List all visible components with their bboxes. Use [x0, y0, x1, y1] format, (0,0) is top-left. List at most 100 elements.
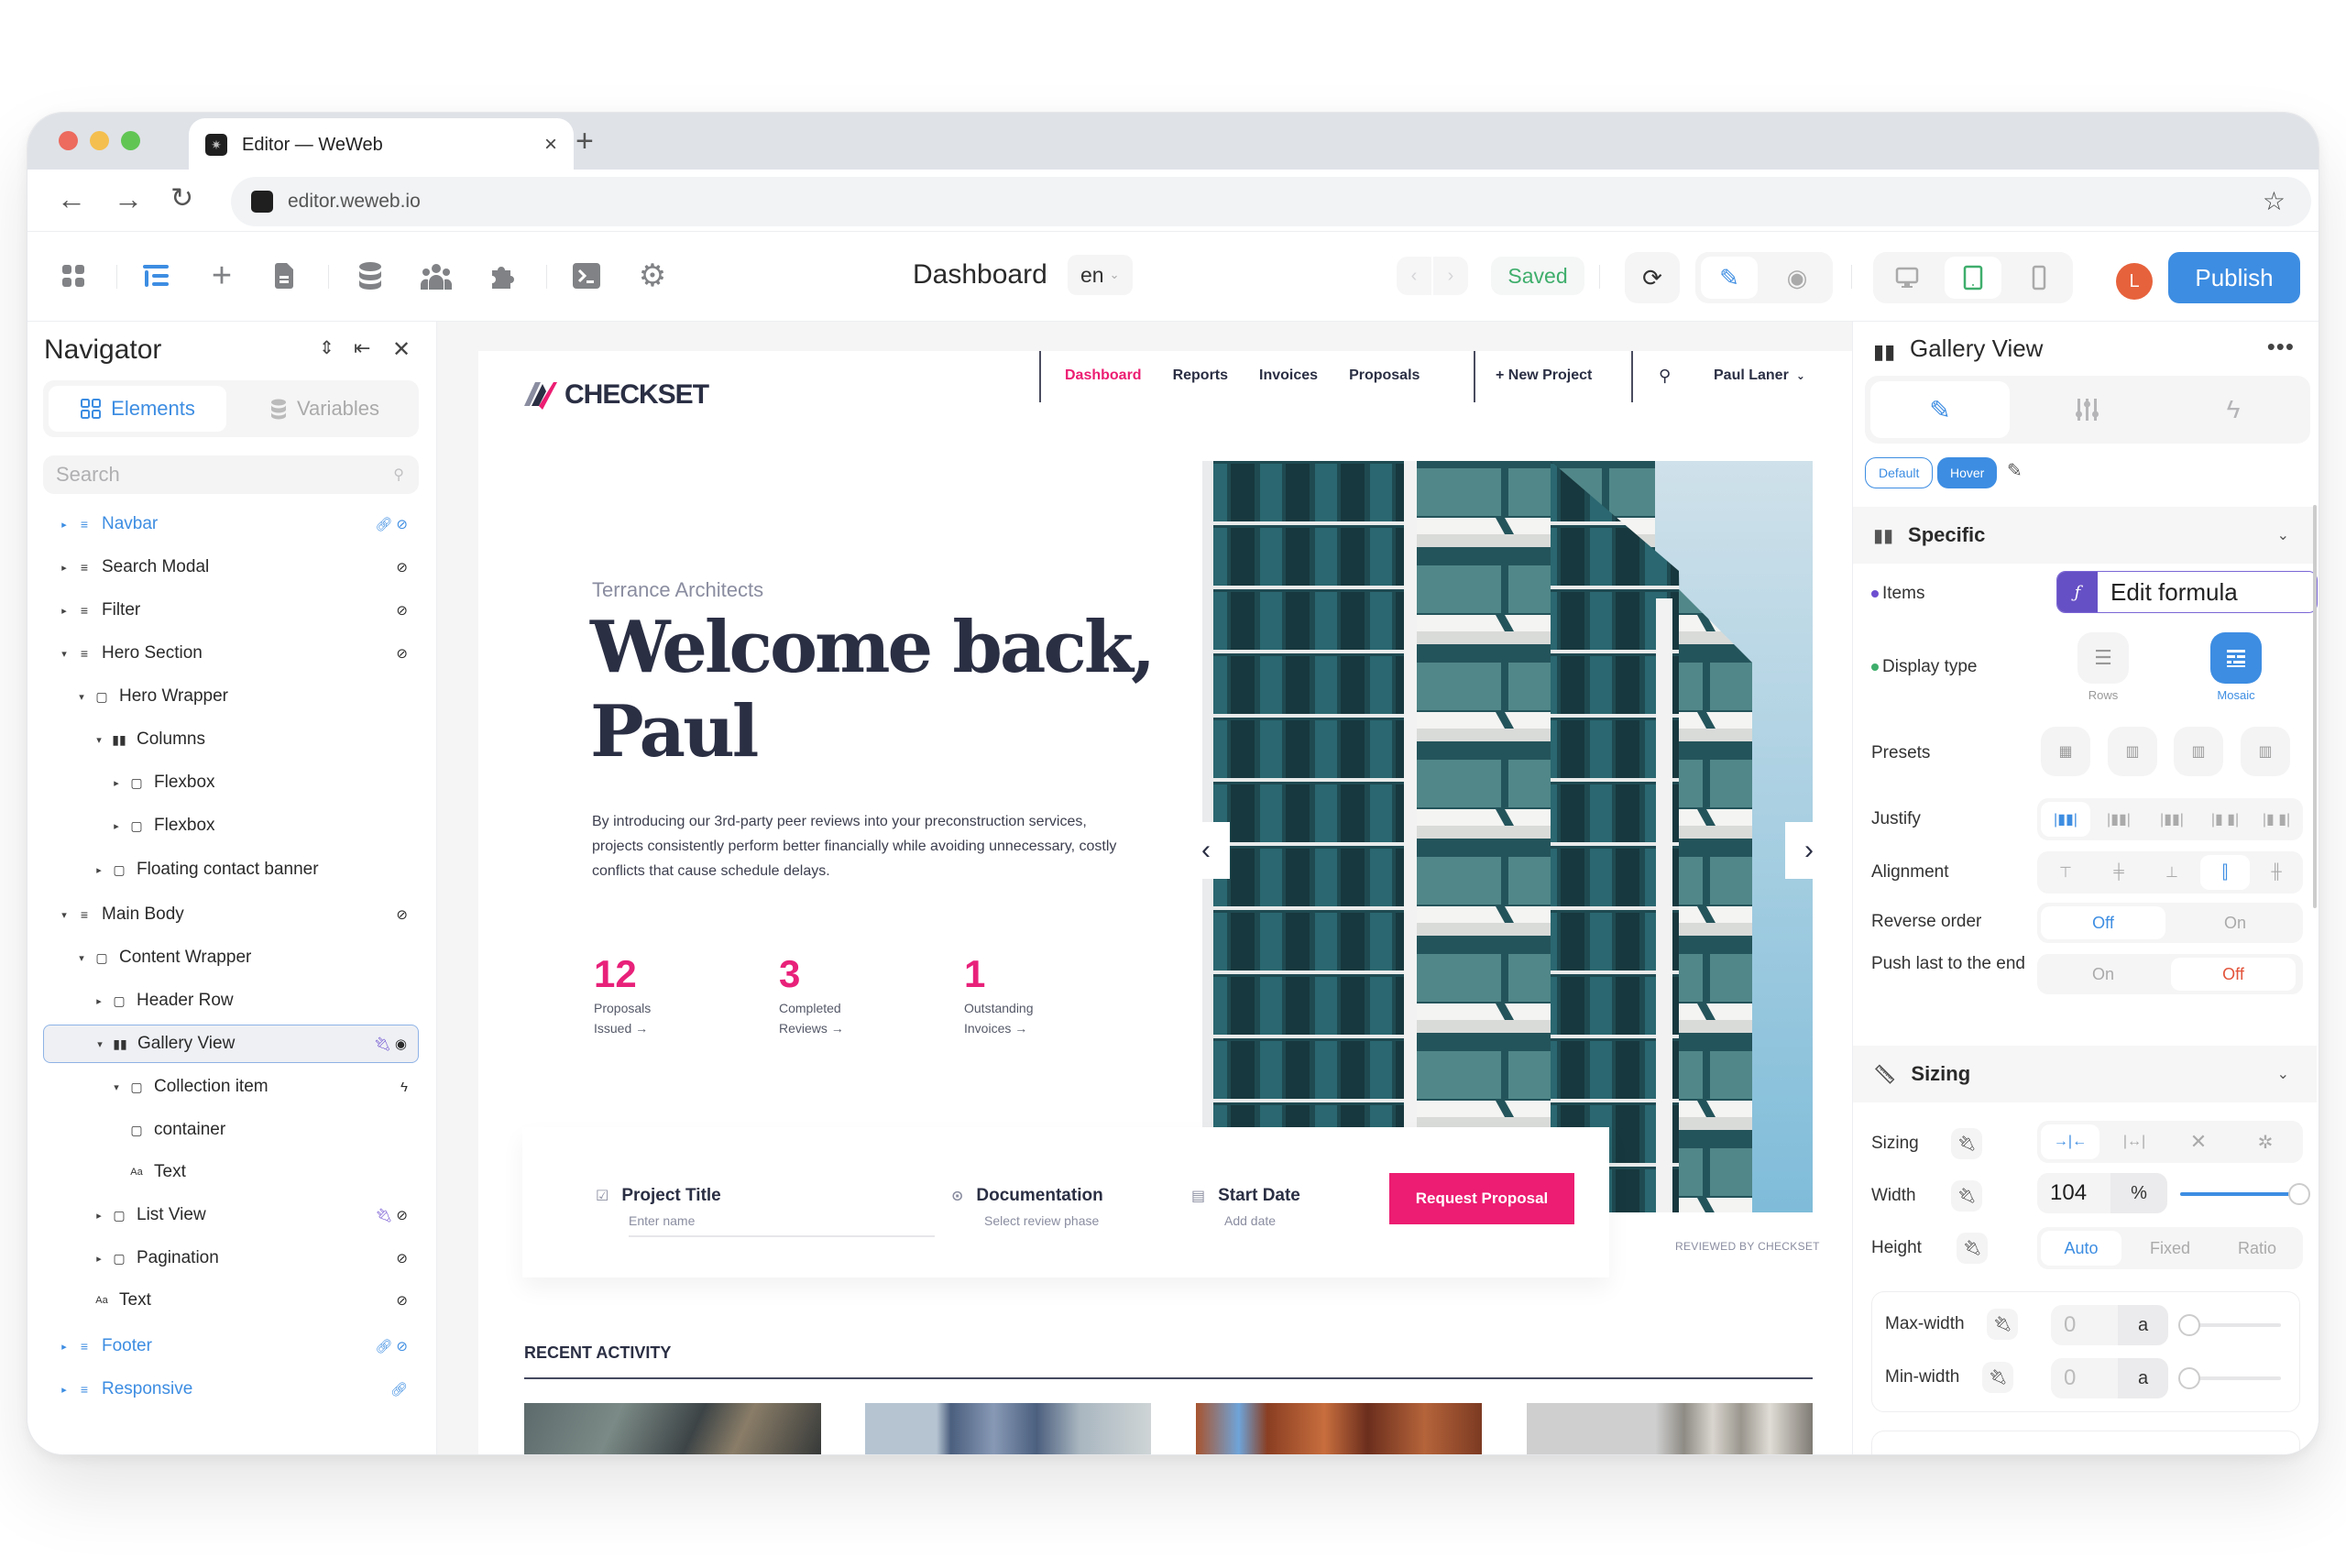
edit-mode-pencil-icon[interactable]: ✎	[1701, 257, 1758, 299]
close-window-button[interactable]	[59, 131, 78, 150]
start-date-field[interactable]: ▤ Start Date Add date	[1191, 1186, 1300, 1228]
preview-eye-icon[interactable]: ◉	[1769, 257, 1825, 299]
link-icon[interactable]: 🔗︎	[375, 1338, 392, 1354]
caret-right-icon[interactable]: ▸	[58, 1384, 71, 1396]
site-nav-dashboard[interactable]: Dashboard	[1065, 367, 1142, 384]
height-ratio-option[interactable]: Ratio	[2215, 1231, 2299, 1266]
width-slider-knob[interactable]	[2288, 1183, 2310, 1205]
address-bar[interactable]: editor.weweb.io ☆	[231, 177, 2311, 226]
style-pencil-icon[interactable]: ✎	[1870, 381, 2010, 438]
redo-button[interactable]: ›	[1433, 257, 1468, 295]
caret-down-icon[interactable]: ▾	[58, 909, 71, 921]
caret-down-icon[interactable]: ▾	[110, 1081, 123, 1093]
activity-thumbnail[interactable]	[1527, 1403, 1813, 1454]
tree-node[interactable]: ▸ ▢ Floating contact banner	[43, 850, 419, 889]
site-nav-invoices[interactable]: Invoices	[1259, 367, 1318, 384]
caret-down-icon[interactable]: ▾	[93, 734, 105, 746]
caret-down-icon[interactable]: ▾	[75, 952, 88, 964]
data-icon[interactable]	[354, 259, 387, 292]
caret-down-icon[interactable]: ▾	[93, 1038, 106, 1050]
console-icon[interactable]	[570, 259, 603, 292]
browser-tab[interactable]: ✷ Editor — WeWeb ×	[189, 118, 574, 171]
caret-right-icon[interactable]: ▸	[110, 777, 123, 789]
section-specific-header[interactable]: ▮▮ Specific ⌄	[1853, 507, 2317, 564]
back-icon[interactable]: ←	[57, 182, 86, 216]
max-width-slider-knob[interactable]	[2178, 1314, 2200, 1336]
bind-plug-icon[interactable]: 🔌︎	[1951, 1180, 1982, 1212]
tree-node[interactable]: ▸ ≡ Responsive 🔗︎	[43, 1370, 419, 1409]
tree-node[interactable]: ▸ ▢ List View 🔌︎ ⊘	[43, 1196, 419, 1234]
project-title-field[interactable]: ☑ Project Title Enter name	[596, 1186, 935, 1237]
tree-node[interactable]: ▾ ▢ Collection item ϟ	[43, 1068, 419, 1106]
sync-button[interactable]: ⟳	[1625, 252, 1680, 303]
mobile-icon[interactable]	[2011, 257, 2067, 299]
caret-right-icon[interactable]: ▸	[58, 1341, 71, 1353]
caret-right-icon[interactable]: ▸	[110, 820, 123, 832]
tree-node[interactable]: ▸ ▢ Flexbox	[43, 806, 419, 845]
stat-invoices[interactable]: 1 Outstanding Invoices →	[964, 952, 1034, 1038]
reload-icon[interactable]: ↻	[170, 182, 193, 214]
state-default-chip[interactable]: Default	[1865, 457, 1934, 488]
eye-icon[interactable]: ◉	[395, 1036, 407, 1052]
caret-down-icon[interactable]: ▾	[58, 648, 71, 660]
zoom-window-button[interactable]	[121, 131, 140, 150]
link-icon[interactable]: 🔗︎	[375, 516, 392, 532]
push-on-option[interactable]: On	[2041, 958, 2165, 991]
caret-right-icon[interactable]: ▸	[58, 519, 71, 531]
tree-node[interactable]: ▾ ▮▮ Columns	[43, 720, 419, 759]
tree-node[interactable]: ▸ ▢ Pagination ⊘	[43, 1239, 419, 1277]
push-off-option[interactable]: Off	[2171, 958, 2296, 991]
new-tab-icon[interactable]: +	[576, 124, 594, 159]
pages-icon[interactable]	[268, 259, 301, 292]
fill-width-icon[interactable]: |↔|	[2105, 1124, 2164, 1159]
align-stretch-icon[interactable]: ⫿	[2200, 855, 2250, 890]
min-width-unit[interactable]: a	[2118, 1358, 2168, 1398]
new-project-link[interactable]: + New Project	[1496, 351, 1592, 400]
max-width-input[interactable]: 0 a	[2051, 1305, 2168, 1345]
section-sizing-header[interactable]: 📏︎ Sizing ⌄	[1853, 1046, 2317, 1102]
stat-proposals[interactable]: 12 Proposals Issued →	[594, 952, 651, 1038]
publish-button[interactable]: Publish	[2168, 252, 2300, 303]
justify-center-icon[interactable]: |▮▮|	[2094, 802, 2143, 837]
min-width-slider-knob[interactable]	[2178, 1367, 2200, 1389]
user-avatar[interactable]: L	[2116, 263, 2153, 300]
max-width-unit[interactable]: a	[2118, 1305, 2168, 1345]
preset-3col-button[interactable]: ▥	[2108, 727, 2157, 776]
hidden-eye-icon[interactable]: ⊘	[396, 1338, 408, 1354]
height-fixed-option[interactable]: Fixed	[2129, 1231, 2211, 1266]
align-bottom-icon[interactable]: ⊥	[2147, 855, 2197, 890]
caret-right-icon[interactable]: ▸	[93, 1210, 105, 1222]
tree-node[interactable]: ▸ ≡ Footer 🔗︎ ⊘	[43, 1327, 419, 1365]
request-proposal-button[interactable]: Request Proposal	[1389, 1173, 1574, 1224]
hidden-eye-icon[interactable]: ⊘	[396, 516, 408, 532]
site-nav-reports[interactable]: Reports	[1173, 367, 1228, 384]
reverse-off-option[interactable]: Off	[2041, 906, 2165, 939]
plug-icon[interactable]: 🔌︎	[374, 1036, 391, 1052]
tree-node[interactable]: ▸ ▢ Flexbox	[43, 763, 419, 802]
bind-plug-icon[interactable]: 🔌︎	[1987, 1309, 2018, 1340]
tree-node[interactable]: ▸ ≡ Filter ⊘	[43, 591, 419, 630]
activity-thumbnail[interactable]	[865, 1403, 1151, 1454]
min-width-slider[interactable]	[2178, 1367, 2281, 1389]
close-tab-icon[interactable]: ×	[544, 132, 557, 158]
tree-node[interactable]: ▸ ▢ Header Row	[43, 981, 419, 1020]
reverse-on-option[interactable]: On	[2171, 906, 2299, 939]
preset-5col-button[interactable]: ▥	[2241, 727, 2290, 776]
settings-gear-icon[interactable]: ⚙	[636, 258, 669, 293]
carousel-next-button[interactable]: ›	[1785, 822, 1833, 879]
min-width-input[interactable]: 0 a	[2051, 1358, 2168, 1398]
user-menu[interactable]: Paul Laner ⌄	[1714, 351, 1805, 400]
align-top-icon[interactable]: ⊤	[2041, 855, 2090, 890]
tab-variables[interactable]: Variables	[236, 386, 413, 432]
tablet-icon[interactable]	[1945, 257, 2001, 299]
edit-states-pencil-icon[interactable]: ✎	[2007, 459, 2023, 482]
settings-sliders-icon[interactable]	[2017, 381, 2156, 438]
bind-plug-icon[interactable]: 🔌︎	[1957, 1233, 1988, 1264]
navigator-search-input[interactable]: Search ⚲	[43, 455, 419, 494]
site-nav-proposals[interactable]: Proposals	[1349, 367, 1420, 384]
documentation-field[interactable]: ⊙ Documentation Select review phase	[951, 1186, 1103, 1228]
bind-plug-icon[interactable]: 🔌︎	[1982, 1362, 2013, 1393]
hidden-eye-icon[interactable]: ⊘	[396, 1207, 408, 1223]
display-mosaic-button[interactable]	[2210, 632, 2262, 684]
justify-start-icon[interactable]: |▮▮|	[2041, 802, 2090, 837]
